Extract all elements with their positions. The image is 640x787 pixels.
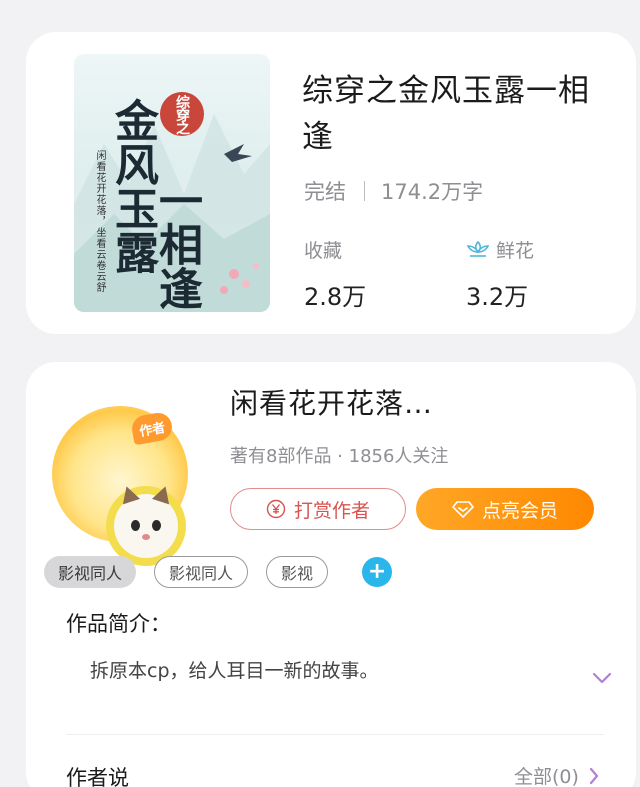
book-word-count: 174.2万字 [381, 180, 484, 204]
section-divider [66, 734, 604, 735]
cover-author-line: 闲看花开花落，坐看云卷云舒 [94, 150, 105, 293]
tip-author-button[interactable]: 打赏作者 [230, 488, 406, 530]
yen-coin-icon [266, 499, 286, 519]
book-title: 综穿之金风玉露一相逢 [302, 73, 590, 155]
diamond-icon [452, 501, 474, 518]
book-status: 完结 [304, 180, 346, 204]
flower-icon [466, 240, 490, 257]
book-info-card: 综穿之 金风玉露 一相逢 闲看花开花落，坐看云卷云舒 综穿之金风玉露一相逢 完结… [26, 32, 636, 334]
intro-text: 拆原本cp，给人耳目一新的故事。 [90, 660, 379, 682]
add-tag-button[interactable]: + [362, 557, 393, 587]
cat-avatar-image [114, 483, 178, 558]
tip-author-label: 打赏作者 [293, 499, 370, 522]
author-says-all-label: 全部(0) [514, 766, 579, 787]
intro-heading: 作品简介： [66, 612, 171, 636]
flowers-label: 鲜花 [496, 240, 535, 262]
author-says-all-link[interactable]: 全部(0) [514, 762, 599, 787]
flowers-stat[interactable]: 鲜花 3.2万 [466, 236, 534, 312]
cover-title-line1: 金风玉露 [107, 98, 158, 274]
favorites-value: 2.8万 [304, 283, 367, 311]
favorites-stat: 收藏 2.8万 [304, 236, 366, 312]
author-card: 作者 闲看花开花落… 著有8部作品 · 1856人关注 打赏作者 点亮会员 影视… [26, 362, 636, 787]
tag-item[interactable]: 影视同人 [44, 556, 137, 588]
flowers-value: 3.2万 [466, 283, 529, 311]
tag-item[interactable]: 影视 [266, 556, 329, 588]
meta-divider [364, 181, 365, 201]
chevron-right-icon [589, 767, 599, 784]
author-says-heading: 作者说 [66, 766, 129, 787]
book-meta: 完结 174.2万字 [304, 176, 483, 206]
author-name[interactable]: 闲看花开花落… [230, 382, 433, 422]
cover-genre-stamp: 综穿之 [160, 92, 204, 136]
tag-item[interactable]: 影视同人 [154, 556, 249, 588]
cover-title-line2: 一相逢 [151, 178, 202, 310]
activate-vip-label: 点亮会员 [481, 499, 558, 522]
book-cover[interactable]: 综穿之 金风玉露 一相逢 闲看花开花落，坐看云卷云舒 [74, 54, 270, 312]
favorites-label: 收藏 [304, 240, 343, 262]
tag-list: 影视同人 影视同人 影视 + [44, 556, 393, 588]
author-stats: 著有8部作品 · 1856人关注 [230, 446, 449, 467]
chevron-down-icon[interactable] [592, 672, 612, 684]
activate-vip-button[interactable]: 点亮会员 [416, 488, 594, 530]
